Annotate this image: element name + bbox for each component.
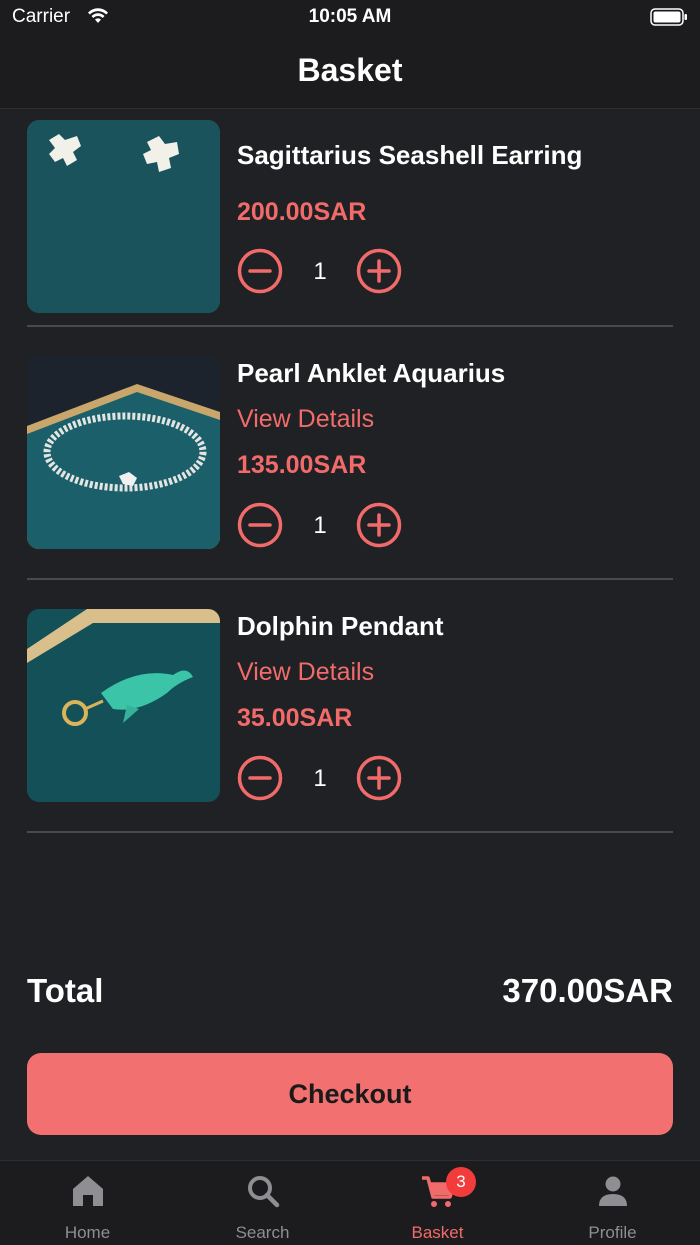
tab-bar: Home Search 3 Basket Profile xyxy=(0,1160,700,1245)
clock: 10:05 AM xyxy=(308,6,392,27)
minus-circle-icon[interactable] xyxy=(237,755,283,801)
minus-circle-icon[interactable] xyxy=(237,502,283,548)
view-details-link[interactable]: View Details xyxy=(237,658,374,687)
item-name: Sagittarius Seashell Earring xyxy=(237,140,583,170)
tab-profile[interactable]: Profile xyxy=(525,1161,700,1245)
item-name: Pearl Anklet Aquarius xyxy=(237,358,506,388)
status-bar: Carrier 10:05 AM xyxy=(0,0,700,36)
plus-circle-icon[interactable] xyxy=(356,502,402,548)
total-value: 370.00SAR xyxy=(502,972,673,1009)
basket-item: Pearl Anklet Aquarius View Details 135.0… xyxy=(27,356,673,549)
plus-circle-icon[interactable] xyxy=(356,755,402,801)
person-icon xyxy=(599,1176,627,1206)
earring-photo[interactable] xyxy=(27,120,220,313)
quantity-value: 1 xyxy=(313,258,327,285)
page-title: Basket xyxy=(297,52,403,88)
item-price: 35.00SAR xyxy=(237,704,353,732)
tab-label: Home xyxy=(64,1223,111,1242)
battery-icon xyxy=(650,8,687,26)
item-price: 135.00SAR xyxy=(237,451,367,479)
total-label: Total xyxy=(27,972,104,1009)
tab-home[interactable]: Home xyxy=(0,1161,175,1245)
basket-item: Sagittarius Seashell Earring 200.00SAR 1 xyxy=(27,120,673,313)
item-divider xyxy=(27,325,673,327)
quantity-value: 1 xyxy=(313,765,327,792)
tab-search[interactable]: Search xyxy=(175,1161,350,1245)
checkout-button[interactable]: Checkout xyxy=(27,1053,673,1135)
quantity-value: 1 xyxy=(313,512,327,539)
plus-circle-icon[interactable] xyxy=(356,248,402,294)
tab-label: Profile xyxy=(588,1223,637,1242)
tab-label: Search xyxy=(235,1223,290,1242)
navigation-bar: Basket xyxy=(0,36,700,109)
minus-circle-icon[interactable] xyxy=(237,248,283,294)
cart-count-badge: 3 xyxy=(446,1167,476,1197)
basket-item: Dolphin Pendant View Details 35.00SAR 1 xyxy=(27,609,673,802)
item-divider xyxy=(27,831,673,833)
search-icon xyxy=(248,1176,280,1208)
item-price: 200.00SAR xyxy=(237,198,367,226)
view-details-link[interactable]: View Details xyxy=(237,405,374,434)
item-divider xyxy=(27,578,673,580)
tab-label: Basket xyxy=(411,1223,464,1242)
tab-basket[interactable]: 3 Basket xyxy=(350,1161,525,1245)
anklet-photo[interactable] xyxy=(27,356,220,549)
item-name: Dolphin Pendant xyxy=(237,611,444,641)
pendant-photo[interactable] xyxy=(27,609,220,802)
home-icon xyxy=(73,1176,103,1206)
